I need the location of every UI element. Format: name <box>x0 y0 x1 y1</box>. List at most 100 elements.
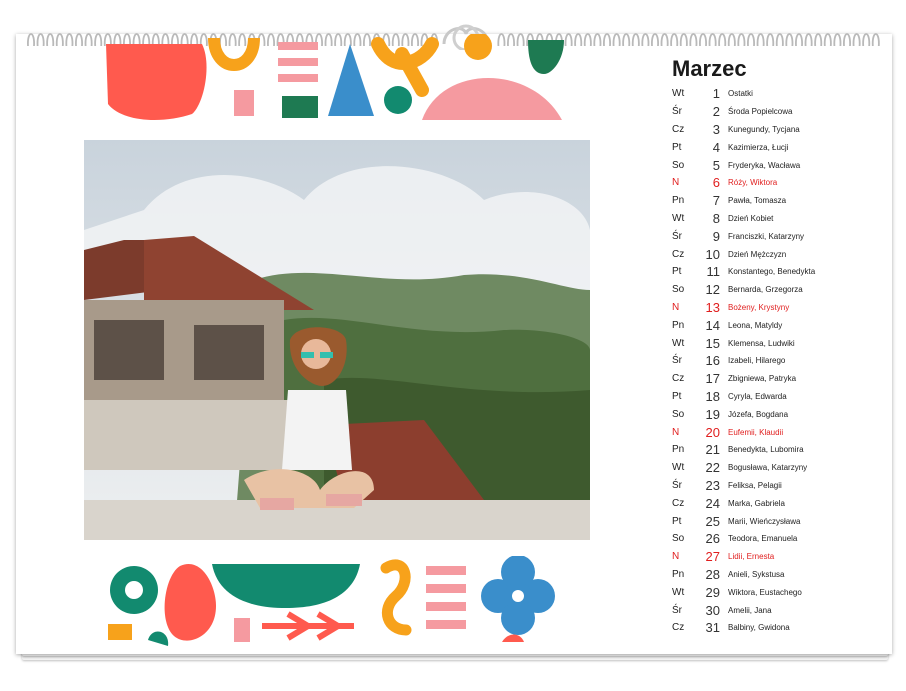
day-of-week: Pt <box>672 515 682 527</box>
name-day: Marii, Wieńczysława <box>728 516 801 526</box>
spiral-ring <box>795 33 803 47</box>
day-number: 20 <box>705 424 720 440</box>
name-day: Bogusława, Katarzyny <box>728 463 808 473</box>
name-day: Zbigniewa, Patryka <box>728 374 797 384</box>
day-of-week: Pn <box>672 319 685 331</box>
day-of-week: So <box>672 408 685 420</box>
spiral-ring <box>65 33 74 47</box>
name-day: Ostatki <box>728 89 753 99</box>
day-row: Pn 28 Anieli, Sykstusa <box>672 566 882 584</box>
day-number: 21 <box>705 442 720 458</box>
day-row: Śr 30 Amelii, Jana <box>672 601 882 619</box>
spiral-ring <box>804 33 813 47</box>
day-of-week: So <box>672 284 685 296</box>
day-row: So 5 Fryderyka, Wacława <box>672 156 882 174</box>
day-number: 9 <box>712 228 720 244</box>
day-row: So 26 Teodora, Emanuela <box>672 530 882 548</box>
spiral-ring <box>603 33 611 47</box>
day-number: 11 <box>706 264 721 280</box>
day-row: Pt 25 Marii, Wieńczysława <box>672 512 882 530</box>
name-day: Cyryla, Edwarda <box>728 391 787 401</box>
day-of-week: Wt <box>672 212 685 224</box>
day-number: 7 <box>712 193 720 209</box>
month-title: Marzec <box>672 56 747 81</box>
spiral-ring <box>862 33 871 47</box>
day-of-week: Wt <box>672 462 685 474</box>
day-number: 25 <box>705 513 720 529</box>
name-day: Amelii, Jana <box>728 605 772 615</box>
spiral-ring <box>766 33 775 47</box>
name-day: Lidii, Ernesta <box>728 552 775 562</box>
spiral-ring <box>843 33 851 47</box>
day-row: Wt 29 Wiktora, Eustachego <box>672 583 882 601</box>
day-number: 30 <box>705 602 720 618</box>
day-of-week: Pn <box>672 444 685 456</box>
day-number: 10 <box>705 246 720 262</box>
spiral-ring <box>852 33 861 47</box>
spiral-ring <box>612 33 621 47</box>
spiral-ring <box>785 33 794 47</box>
spiral-ring <box>833 33 842 47</box>
name-day: Eufemii, Klaudii <box>728 427 784 437</box>
spiral-ring <box>737 33 746 47</box>
day-row: Cz 31 Balbiny, Gwidona <box>672 619 882 637</box>
spiral-ring <box>708 33 717 47</box>
day-number: 29 <box>705 584 720 600</box>
day-of-week: Śr <box>672 355 682 367</box>
day-row: Cz 10 Dzień Mężczyzn <box>672 245 882 263</box>
spiral-ring <box>660 33 669 47</box>
day-of-week: Pt <box>672 141 682 153</box>
name-day: Fryderyka, Wacława <box>728 160 801 170</box>
day-row: Wt 8 Dzień Kobiet <box>672 210 882 228</box>
name-day: Środa Popielcowa <box>728 107 793 117</box>
name-day: Anieli, Sykstusa <box>728 569 785 579</box>
day-row: Wt 15 Klemensa, Ludwiki <box>672 334 882 352</box>
day-row: So 19 Józefa, Bogdana <box>672 405 882 423</box>
day-row: N 27 Lidii, Ernesta <box>672 548 882 566</box>
day-row: Pt 11 Konstantego, Benedykta <box>672 263 882 281</box>
day-of-week: N <box>672 177 680 189</box>
spiral-ring <box>46 33 55 47</box>
day-row: Pn 7 Pawła, Tomasza <box>672 192 882 210</box>
spiral-ring <box>574 33 583 47</box>
day-of-week: Wt <box>672 337 685 349</box>
day-number: 1 <box>712 86 720 102</box>
day-row: Śr 16 Izabeli, Hilarego <box>672 352 882 370</box>
day-row: N 13 Bożeny, Krystyny <box>672 299 882 317</box>
name-day: Teodora, Emanuela <box>728 534 798 544</box>
decorative-shapes-top <box>106 34 564 120</box>
day-row: Śr 23 Feliksa, Pelagii <box>672 477 882 495</box>
name-day: Pawła, Tomasza <box>728 196 787 206</box>
spiral-ring <box>689 33 698 47</box>
name-day: Róży, Wiktora <box>728 178 778 188</box>
spiral-ring <box>36 33 45 47</box>
name-day: Benedykta, Lubomira <box>728 445 804 455</box>
day-of-week: Śr <box>672 479 682 491</box>
spiral-ring <box>75 33 83 47</box>
day-of-week: Śr <box>672 230 682 242</box>
name-day: Wiktora, Eustachego <box>728 587 802 597</box>
day-row: Pt 18 Cyryla, Edwarda <box>672 388 882 406</box>
name-day: Konstantego, Benedykta <box>728 267 816 277</box>
day-row: N 6 Róży, Wiktora <box>672 174 882 192</box>
day-row: Śr 9 Franciszki, Katarzyny <box>672 227 882 245</box>
spiral-ring <box>699 33 707 47</box>
day-number: 27 <box>705 549 720 565</box>
day-number: 24 <box>705 495 720 511</box>
day-row: Pn 21 Benedykta, Lubomira <box>672 441 882 459</box>
name-day: Leona, Matyldy <box>728 320 783 330</box>
spiral-ring <box>727 33 736 47</box>
day-of-week: N <box>672 551 680 563</box>
day-number: 19 <box>705 406 720 422</box>
spiral-ring <box>84 33 93 47</box>
name-day: Franciszki, Katarzyny <box>728 231 805 241</box>
name-day: Balbiny, Gwidona <box>728 623 790 633</box>
day-row: Wt 1 Ostatki <box>672 85 882 103</box>
spiral-ring <box>55 33 64 47</box>
day-number: 23 <box>705 477 720 493</box>
day-of-week: Cz <box>672 497 685 509</box>
day-of-week: Śr <box>672 604 682 616</box>
spiral-ring <box>631 33 640 47</box>
name-day: Dzień Mężczyzn <box>728 249 787 259</box>
spiral-ring <box>747 33 755 47</box>
